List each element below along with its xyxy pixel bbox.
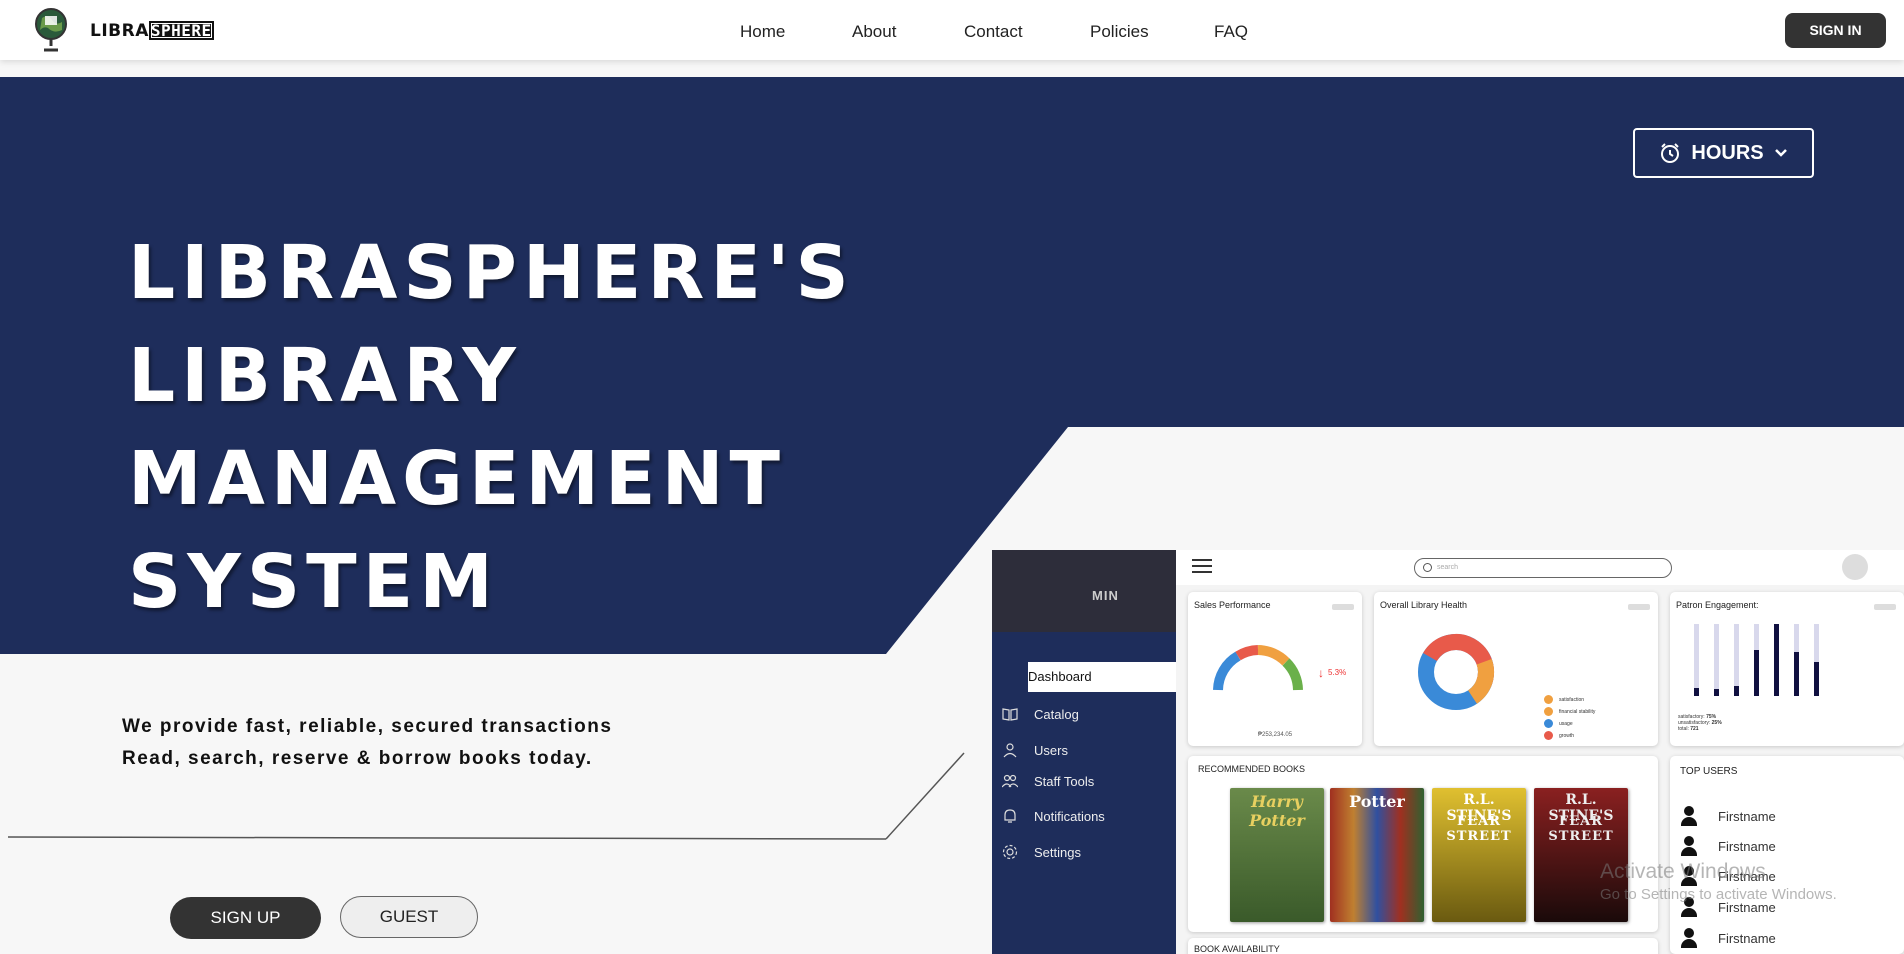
patron-engagement-card: Patron Engagement: satisfactory: 75% uns… bbox=[1670, 592, 1904, 746]
recommended-title: RECOMMENDED BOOKS bbox=[1198, 764, 1306, 774]
sidebar-label-catalog: Catalog bbox=[1034, 706, 1079, 722]
windows-activation-watermark: Activate Windows Go to Settings to activ… bbox=[1600, 860, 1837, 903]
avatar bbox=[1842, 554, 1868, 580]
patron-bar-chart bbox=[1694, 624, 1819, 696]
sign-in-button[interactable]: SIGN IN bbox=[1785, 13, 1886, 48]
hero-title-line-3: SYSTEM bbox=[128, 539, 499, 625]
top-navbar: LIBRA SPHERE Home About Contact Policies … bbox=[0, 0, 1904, 60]
dashboard-topbar: search bbox=[1176, 550, 1904, 585]
book-availability-card: BOOK AVAILABILITY bbox=[1188, 938, 1658, 954]
legend-item: financial stability bbox=[1559, 709, 1596, 715]
sidebar-item-settings: Settings bbox=[1002, 844, 1081, 860]
sidebar-item-staff-tools: Staff Tools bbox=[1002, 773, 1094, 789]
sidebar-label-staff-tools: Staff Tools bbox=[1034, 773, 1095, 789]
tagline-line-1: We provide fast, reliable, secured trans… bbox=[122, 716, 613, 737]
book-cover: Potter bbox=[1330, 788, 1424, 922]
hero-title: LIBRASPHERE'S LIBRARY MANAGEMENT SYSTEM bbox=[128, 222, 1228, 634]
nav-faq-link[interactable]: FAQ bbox=[1214, 22, 1248, 42]
period-tag bbox=[1628, 604, 1650, 610]
bell-icon bbox=[1004, 809, 1016, 823]
patron-title: Patron Engagement: bbox=[1676, 600, 1759, 610]
legend-item: satisfaction bbox=[1559, 697, 1585, 703]
book-icon bbox=[1002, 708, 1018, 721]
book-cover: R.L. STINE'S FEAR STREET bbox=[1432, 788, 1526, 922]
nav-about-link[interactable]: About bbox=[852, 22, 896, 42]
top-users-title: TOP USERS bbox=[1680, 766, 1738, 777]
hours-dropdown[interactable]: HOURS bbox=[1633, 128, 1814, 178]
book-title: Harry Potter bbox=[1249, 792, 1305, 830]
sales-gauge-chart bbox=[1213, 645, 1303, 691]
sales-total: ₱253,234.05 bbox=[1258, 732, 1293, 738]
patron-stats: satisfactory: 75% unsatisfactory: 25% to… bbox=[1678, 714, 1722, 732]
top-user-row: Firstname bbox=[1680, 806, 1776, 826]
stat-value: 25% bbox=[1711, 720, 1722, 726]
user-name: Firstname bbox=[1718, 808, 1776, 824]
group-icon bbox=[1002, 774, 1018, 788]
book-subtitle: FEAR STREET bbox=[1548, 814, 1614, 844]
sidebar-item-notifications: Notifications bbox=[1002, 808, 1105, 824]
sidebar-item-catalog: Catalog bbox=[1002, 706, 1079, 722]
hours-label: HOURS bbox=[1691, 141, 1764, 164]
user-name: Firstname bbox=[1718, 838, 1776, 854]
health-title: Overall Library Health bbox=[1380, 600, 1468, 610]
brand-suffix: SPHERE bbox=[148, 21, 214, 40]
watermark-line-1: Activate Windows bbox=[1600, 860, 1766, 883]
sidebar-label-notifications: Notifications bbox=[1034, 808, 1105, 824]
gear-icon bbox=[1002, 844, 1018, 860]
user-icon bbox=[1680, 836, 1698, 856]
health-donut-chart bbox=[1417, 634, 1494, 710]
book-cover: Harry Potter bbox=[1230, 788, 1324, 922]
nav-policies-link[interactable]: Policies bbox=[1090, 22, 1149, 42]
recommended-books-card: RECOMMENDED BOOKS Harry Potter Potter R.… bbox=[1188, 756, 1658, 932]
dashboard-search: search bbox=[1414, 558, 1672, 578]
top-user-row: Firstname bbox=[1680, 928, 1776, 948]
legend-item: growth bbox=[1559, 733, 1575, 739]
hero-title-line-2: MANAGEMENT bbox=[128, 436, 786, 522]
alarm-clock-icon bbox=[1661, 143, 1680, 163]
sales-change: 5.3% bbox=[1328, 668, 1347, 677]
hero-title-line-1: LIBRASPHERE'S LIBRARY bbox=[128, 230, 855, 419]
stat-value: 721 bbox=[1690, 726, 1699, 732]
down-arrow-icon: ↓ bbox=[1318, 666, 1324, 680]
watermark-line-2: Go to Settings to activate Windows. bbox=[1600, 886, 1837, 903]
user-icon bbox=[1003, 743, 1017, 758]
nav-contact-link[interactable]: Contact bbox=[964, 22, 1023, 42]
top-users-card: TOP USERS Firstname Firstname Firstname … bbox=[1670, 756, 1904, 954]
sidebar-label-users: Users bbox=[1034, 742, 1068, 758]
legend-item: usage bbox=[1559, 721, 1573, 727]
stat-label: total: bbox=[1678, 726, 1689, 732]
sign-up-button[interactable]: SIGN UP bbox=[170, 897, 321, 939]
nav-home-link[interactable]: Home bbox=[740, 22, 785, 42]
top-user-row: Firstname bbox=[1680, 836, 1776, 856]
globe-logo-icon[interactable] bbox=[32, 4, 70, 54]
book-title: Potter bbox=[1349, 792, 1405, 811]
sidebar-label-settings: Settings bbox=[1034, 844, 1081, 860]
guest-button[interactable]: GUEST bbox=[340, 896, 478, 938]
user-icon bbox=[1680, 806, 1698, 826]
brand-prefix: LIBRA bbox=[90, 21, 149, 41]
tagline-line-2: Read, search, reserve & borrow books tod… bbox=[122, 748, 593, 769]
sidebar-item-dashboard: Dashboard bbox=[1028, 662, 1176, 692]
book-subtitle: FEAR STREET bbox=[1446, 814, 1512, 844]
brand-wordmark[interactable]: LIBRA SPHERE bbox=[90, 21, 214, 41]
availability-title: BOOK AVAILABILITY bbox=[1194, 944, 1280, 954]
library-health-card: Overall Library Health satisfaction fina… bbox=[1374, 592, 1658, 746]
user-icon bbox=[1680, 928, 1698, 948]
period-tag bbox=[1874, 604, 1896, 610]
sidebar-item-users: Users bbox=[1002, 742, 1068, 758]
user-name: Firstname bbox=[1718, 930, 1776, 946]
period-tag bbox=[1332, 604, 1354, 610]
health-legend: satisfaction financial stability usage g… bbox=[1544, 694, 1595, 742]
chevron-down-icon bbox=[1774, 149, 1787, 157]
